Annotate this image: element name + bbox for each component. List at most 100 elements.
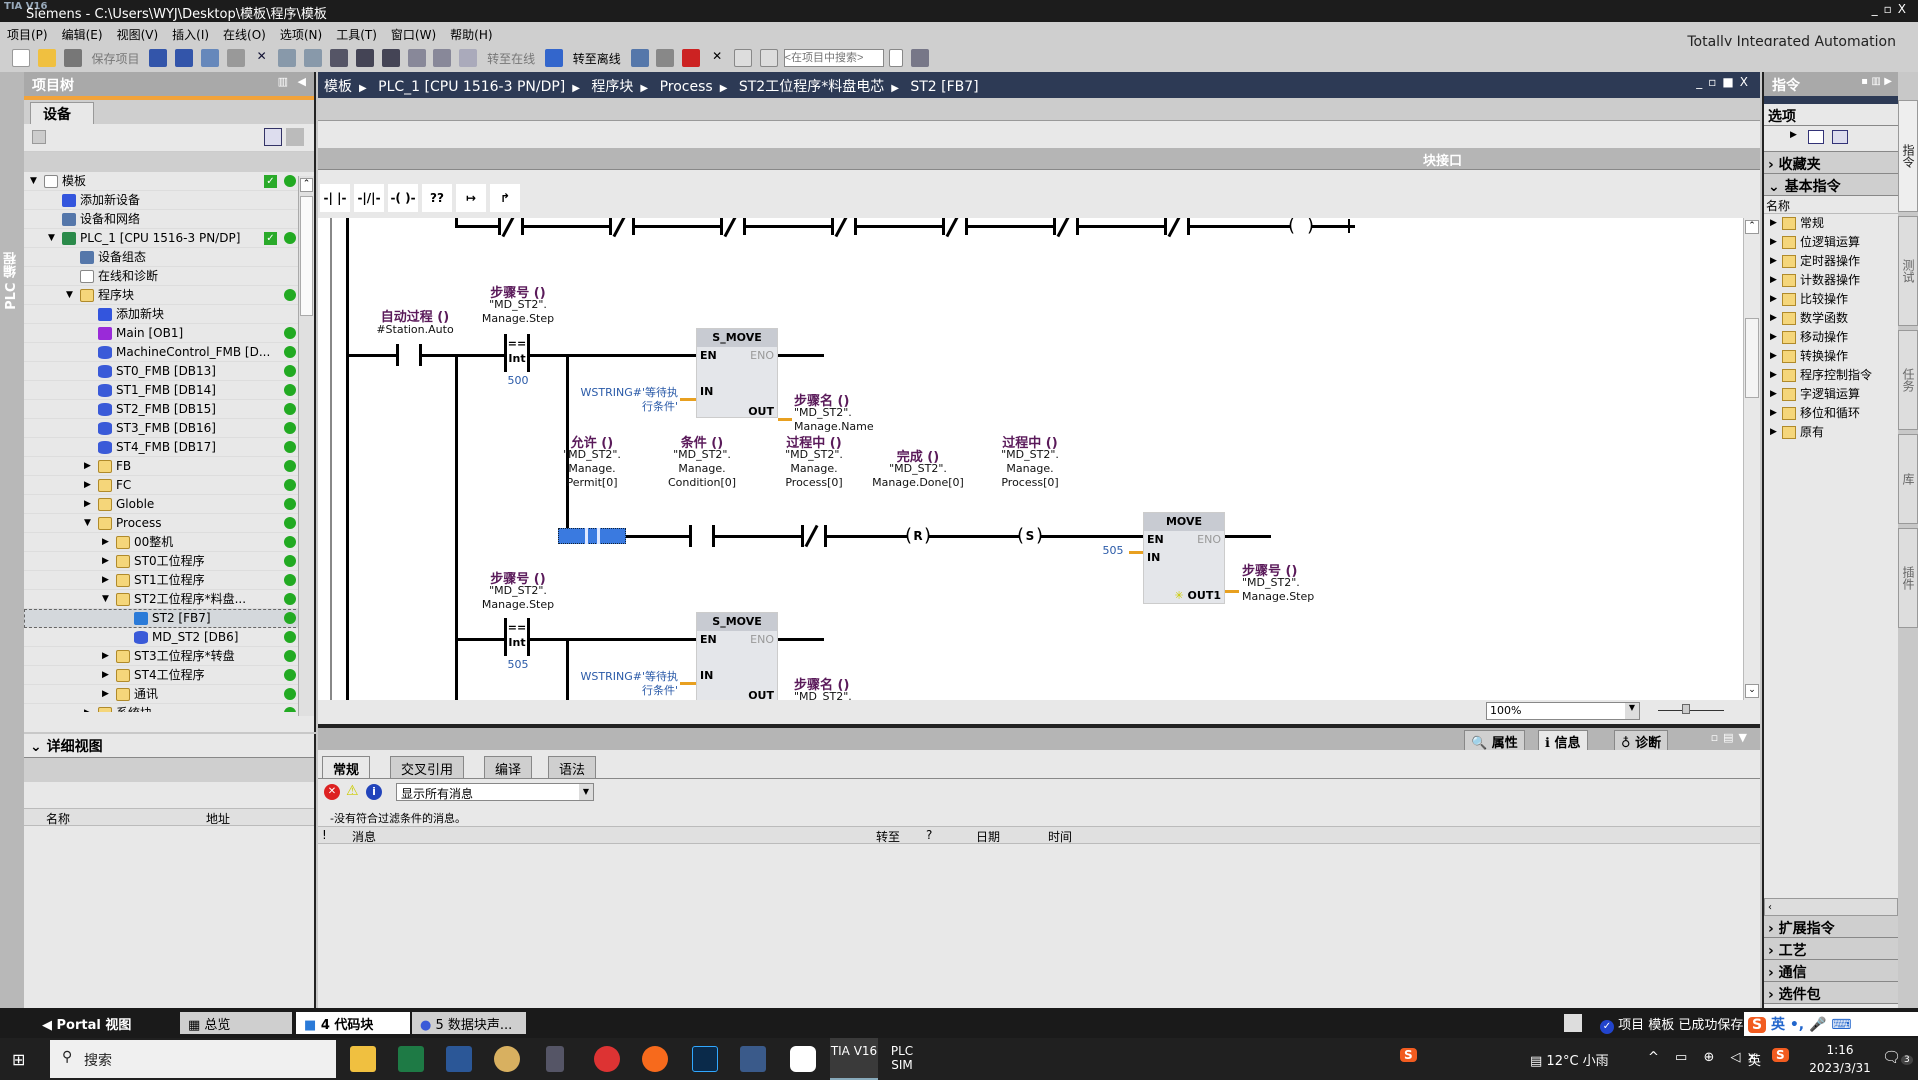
expand-arrow-icon[interactable]: ▼: [66, 286, 76, 305]
tree-item[interactable]: ST2_FMB [DB15]: [24, 400, 306, 419]
scroll-down-icon[interactable]: ⌄: [1745, 684, 1759, 698]
sogou-tray-icon[interactable]: S: [1772, 1048, 1789, 1062]
tree-item[interactable]: ▶ 通讯: [24, 685, 306, 704]
no-contact[interactable]: [689, 525, 715, 547]
expand-arrow-icon[interactable]: ▶: [1770, 252, 1777, 271]
nc-contact-button[interactable]: -|/|-: [354, 184, 384, 212]
side-tab-addins[interactable]: 插件: [1898, 528, 1918, 628]
info-filter-icon[interactable]: i: [366, 784, 382, 800]
breadcrumb-item[interactable]: Process: [660, 79, 713, 95]
panel-controls-icon[interactable]: ▪ ▥ ▶: [1861, 76, 1892, 87]
expand-arrow-icon[interactable]: ▶: [1770, 233, 1777, 252]
menu-window[interactable]: 窗口(W): [384, 22, 443, 47]
menu-view[interactable]: 视图(V): [110, 22, 166, 47]
photoshop-icon[interactable]: [692, 1046, 718, 1072]
tree-item[interactable]: 在线和诊断: [24, 267, 306, 286]
expand-arrow-icon[interactable]: ▶: [1770, 328, 1777, 347]
list-view-icon[interactable]: [1808, 130, 1824, 144]
download-icon[interactable]: [355, 49, 374, 67]
save-status-icon[interactable]: [1564, 1014, 1582, 1032]
scroll-thumb[interactable]: [300, 196, 313, 316]
optional-packages-section[interactable]: › 选件包: [1764, 982, 1898, 1004]
tab-compile[interactable]: 编译: [484, 756, 533, 778]
scroll-up-icon[interactable]: ⌃: [300, 178, 313, 192]
tree-item[interactable]: ▶ FC: [24, 476, 306, 495]
compare-int[interactable]: == Int: [504, 618, 530, 656]
accessible-devices-icon[interactable]: [630, 49, 649, 67]
tree-item[interactable]: Main [OB1]: [24, 324, 306, 343]
expand-arrow-icon[interactable]: ▶: [1770, 423, 1777, 442]
instruction-group[interactable]: ▶ 转换操作: [1764, 347, 1898, 366]
scroll-up-icon[interactable]: ⌃: [1745, 220, 1759, 234]
scroll-thumb[interactable]: [1745, 318, 1759, 398]
auto-contact[interactable]: [396, 344, 422, 366]
compile-icon[interactable]: [330, 49, 349, 67]
sync-icon[interactable]: [286, 128, 304, 146]
nc-contact[interactable]: [1164, 218, 1190, 235]
add-new-icon[interactable]: [32, 130, 46, 144]
menu-insert[interactable]: 插入(I): [165, 22, 216, 47]
tree-item[interactable]: ST3_FMB [DB16]: [24, 419, 306, 438]
minimize-icon[interactable]: _: [1696, 75, 1708, 89]
chevron-down-icon[interactable]: ▼: [1625, 703, 1639, 719]
close-icon[interactable]: X: [1740, 75, 1754, 89]
menu-tools[interactable]: 工具(T): [329, 22, 384, 47]
save-project-button[interactable]: 保存项目: [91, 50, 139, 67]
tree-item[interactable]: MD_ST2 [DB6]: [24, 628, 306, 647]
menu-project[interactable]: 项目(P): [0, 22, 55, 47]
tab-general[interactable]: 常规: [322, 756, 371, 778]
notification-icon[interactable]: 🗨 3: [1882, 1048, 1913, 1066]
tab-properties[interactable]: 🔍 属性: [1464, 730, 1525, 751]
collapse-arrow-icon[interactable]: ▶: [84, 495, 94, 514]
expand-arrow-icon[interactable]: ▶: [1770, 290, 1777, 309]
instruction-group[interactable]: ▶ 计数器操作: [1764, 271, 1898, 290]
collapse-arrow-icon[interactable]: ▶: [84, 476, 94, 495]
menu-help[interactable]: 帮助(H): [443, 22, 499, 47]
go-online-icon[interactable]: [459, 49, 478, 67]
open-branch-button[interactable]: ↦: [456, 184, 486, 212]
side-tab-testing[interactable]: 测试: [1898, 216, 1918, 326]
overview-icon[interactable]: [264, 128, 282, 146]
collapse-arrow-icon[interactable]: ▶: [102, 552, 112, 571]
nc-contact[interactable]: [609, 218, 635, 235]
nc-contact[interactable]: [498, 218, 524, 235]
breadcrumb-item[interactable]: 模板: [324, 79, 352, 95]
collapse-arrow-icon[interactable]: ▶: [102, 571, 112, 590]
expand-arrow-icon[interactable]: ▶: [1770, 214, 1777, 233]
tree-item[interactable]: ST0_FMB [DB13]: [24, 362, 306, 381]
tree-item[interactable]: ▼ 程序块: [24, 286, 306, 305]
tree-item[interactable]: ▶ ST4工位程序: [24, 666, 306, 685]
nc-contact[interactable]: [720, 218, 746, 235]
instruction-group[interactable]: ▶ 常规: [1764, 214, 1898, 233]
panel-layout-icon[interactable]: ▥: [278, 75, 288, 88]
instruction-group[interactable]: ▶ 移位和循环: [1764, 404, 1898, 423]
side-tab-tasks[interactable]: 任务: [1898, 330, 1918, 430]
ladder-canvas[interactable]: 自动过程 () #Station.Auto 步骤号 () "MD_ST2". M…: [318, 218, 1743, 700]
instructions-hscroll[interactable]: ‹: [1764, 898, 1898, 916]
tree-item[interactable]: ▼ Process: [24, 514, 306, 533]
search-dropdown[interactable]: [889, 49, 904, 67]
extended-instructions-section[interactable]: › 扩展指令: [1764, 916, 1898, 938]
nc-contact[interactable]: [831, 218, 857, 235]
excel-icon[interactable]: [398, 1046, 424, 1072]
column-address[interactable]: 地址: [206, 810, 230, 827]
detail-view-header[interactable]: ⌄ 详细视图: [24, 734, 314, 758]
tree-item[interactable]: ▼ ST2工位程序*料盘...: [24, 590, 306, 609]
start-cpu-icon[interactable]: [656, 49, 675, 67]
tree-item[interactable]: ▼ 模板 ✓: [24, 172, 306, 191]
save-icon[interactable]: [63, 49, 82, 67]
portal-view-button[interactable]: ◀ Portal 视图: [34, 1012, 139, 1034]
nc-contact[interactable]: [942, 218, 968, 235]
go-online-button[interactable]: 转至在线: [487, 50, 535, 67]
delete-icon[interactable]: ✕: [253, 49, 271, 67]
input-language[interactable]: 英: [1748, 1050, 1761, 1069]
tree-item[interactable]: ▶ FB: [24, 457, 306, 476]
new-project-icon[interactable]: [12, 49, 30, 67]
menu-edit[interactable]: 编辑(E): [55, 22, 110, 47]
tree-item[interactable]: ST4_FMB [DB17]: [24, 438, 306, 457]
system-tray-icons[interactable]: ^ ▭ ⊕ ◁×: [1648, 1050, 1763, 1065]
message-filter-select[interactable]: 显示所有消息 ▼: [396, 783, 594, 801]
tree-item[interactable]: ▶ ST0工位程序: [24, 552, 306, 571]
collapse-arrow-icon[interactable]: ▶: [84, 704, 94, 712]
error-filter-icon[interactable]: ✕: [324, 784, 340, 800]
